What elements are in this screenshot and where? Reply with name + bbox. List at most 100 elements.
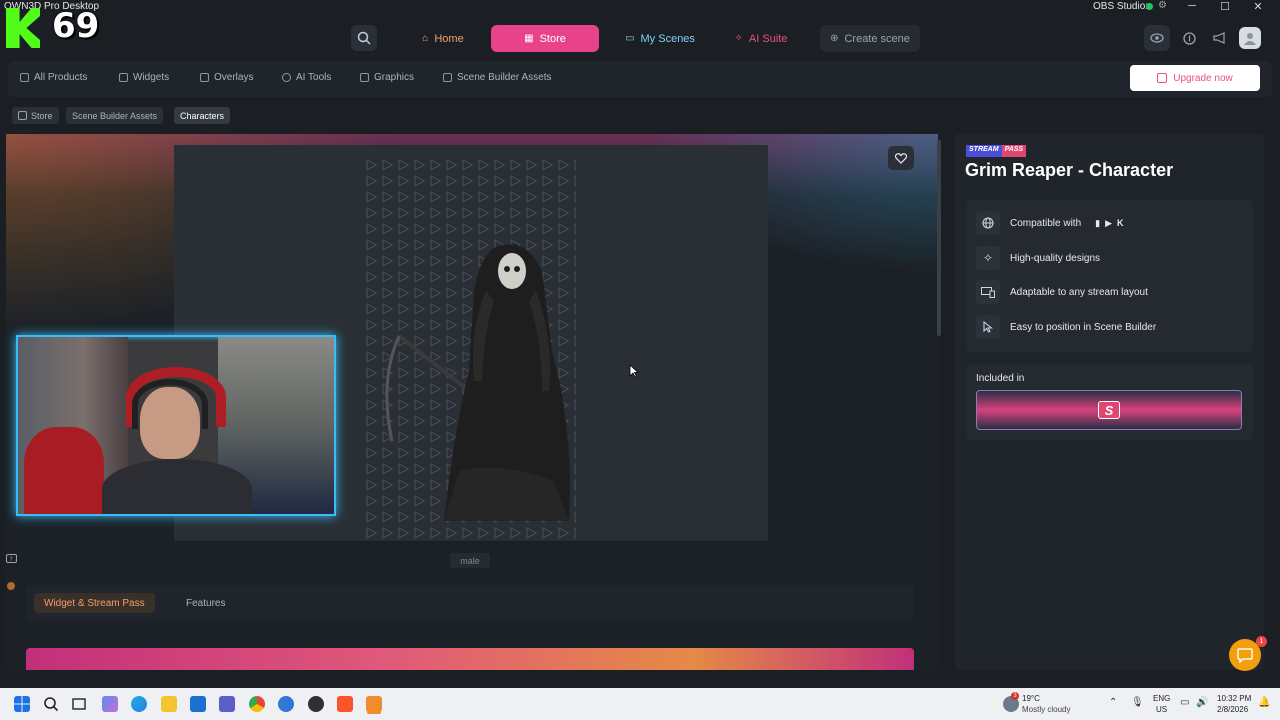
subnav-overlays[interactable]: Overlays	[200, 72, 253, 83]
nav-my-scenes[interactable]: ▭ My Scenes	[606, 25, 714, 52]
included-in-label: Included in	[976, 373, 1025, 384]
windows-start-icon[interactable]	[14, 696, 30, 712]
store-icon	[18, 111, 27, 120]
stream-pass-logo-b: PASS	[1001, 145, 1027, 157]
tray-chevron-icon[interactable]: ⌃	[1109, 697, 1117, 708]
preview-scrollbar[interactable]	[937, 140, 941, 336]
announcements-button[interactable]	[1207, 25, 1233, 51]
avatar[interactable]	[1239, 27, 1261, 49]
help-icon[interactable]: ?	[4, 552, 18, 566]
minimize-icon[interactable]: ─	[1185, 0, 1199, 12]
currency-button[interactable]	[1176, 25, 1202, 51]
feature-compatible: Compatible with ▮ ▶ K	[976, 211, 1124, 235]
feature-label: High-quality designs	[1010, 252, 1101, 264]
folder-icon: ▭	[625, 33, 635, 44]
clock-time[interactable]: 10:32 PM	[1217, 694, 1251, 703]
upgrade-label: Upgrade now	[1173, 72, 1233, 84]
breadcrumb-label: Characters	[180, 110, 225, 121]
obs-app-icon[interactable]	[308, 696, 324, 712]
stream-pass-banner[interactable]: S	[976, 390, 1242, 430]
clock-date[interactable]: 2/8/2026	[1217, 705, 1248, 714]
twitch-icon: ▮	[1095, 217, 1101, 228]
visibility-toggle-button[interactable]	[1144, 25, 1170, 51]
notifications-icon[interactable]: 🔔	[1258, 697, 1270, 708]
eye-icon	[1150, 33, 1164, 43]
window-titlebar	[0, 0, 1280, 14]
youtube-icon: ▶	[1105, 217, 1113, 228]
taskbar-search-icon[interactable]	[43, 696, 59, 712]
teams-icon[interactable]	[219, 696, 235, 712]
subnav-scene-builder-assets[interactable]: Scene Builder Assets	[443, 72, 552, 83]
task-view-icon[interactable]	[71, 696, 87, 712]
edge-browser-icon[interactable]	[131, 696, 147, 712]
sparkle-icon: ✧	[734, 33, 743, 44]
subnav-ai-tools[interactable]: AI Tools	[282, 72, 331, 83]
coin-icon	[1182, 31, 1196, 45]
obs-connected-indicator	[1146, 3, 1153, 10]
create-scene-button[interactable]: ⊕ Create scene	[820, 25, 920, 52]
nav-home[interactable]: ⌂ Home	[402, 25, 484, 52]
webcam-overlay	[16, 335, 336, 516]
globe-icon	[976, 211, 1000, 235]
breadcrumb-scene-builder-assets[interactable]: Scene Builder Assets	[66, 107, 164, 124]
input-language[interactable]: ENG	[1153, 694, 1170, 703]
app-icon-blue[interactable]	[278, 696, 294, 712]
microphone-icon[interactable]: 🎙	[1131, 697, 1144, 708]
grid-icon: ▦	[524, 33, 534, 44]
brave-icon[interactable]	[337, 696, 353, 712]
network-icon[interactable]: ▭	[1180, 697, 1189, 708]
feature-adaptable: Adaptable to any stream layout	[976, 280, 1148, 304]
chat-unread-badge: 1	[1256, 636, 1267, 647]
overlay-icon	[200, 73, 209, 82]
nav-ai-suite[interactable]: ✧ AI Suite	[720, 25, 802, 52]
megaphone-icon	[1213, 32, 1225, 44]
subnav-graphics[interactable]: Graphics	[360, 72, 414, 83]
obs-settings-icon[interactable]: ⚙	[1158, 0, 1167, 11]
gender-tag: male	[450, 553, 490, 568]
file-explorer-icon[interactable]	[161, 696, 177, 712]
cursor-icon	[976, 315, 1000, 339]
webcam-red-object	[24, 427, 104, 514]
streamer-icon[interactable]	[4, 579, 18, 593]
subnav-label: Overlays	[214, 72, 254, 83]
promo-banner	[26, 648, 914, 670]
widget-icon	[119, 73, 128, 82]
upgrade-button[interactable]: Upgrade now	[1130, 65, 1260, 91]
feature-label: Easy to position in Scene Builder	[1010, 321, 1157, 333]
tab-widget-stream-pass[interactable]: Widget & Stream Pass	[34, 593, 155, 613]
weather-temp: 19°C	[1022, 694, 1040, 703]
feature-label: Adaptable to any stream layout	[1010, 286, 1148, 298]
grid-icon	[20, 73, 29, 82]
plus-circle-icon: ⊕	[830, 33, 839, 44]
top-navigation: ⌂ Home ▦ Store ▭ My Scenes ✧ AI Suite ⊕ …	[0, 25, 1280, 53]
grim-reaper-image	[385, 244, 570, 521]
devices-icon	[976, 280, 1000, 304]
nav-store[interactable]: ▦ Store	[491, 25, 599, 52]
subnav-all-products[interactable]: All Products	[20, 72, 87, 83]
tab-features[interactable]: Features	[176, 593, 235, 613]
favorite-button[interactable]	[888, 146, 914, 170]
subnav-label: Widgets	[133, 72, 170, 83]
close-icon[interactable]: ✕	[1251, 0, 1265, 13]
own3d-app-icon[interactable]	[366, 696, 382, 712]
feature-label: Compatible with	[1010, 217, 1082, 229]
product-tabs: Widget & Stream Pass Features	[26, 585, 914, 621]
image-icon	[360, 73, 369, 82]
kick-icon: K	[1117, 217, 1124, 228]
nav-my-scenes-label: My Scenes	[640, 32, 695, 45]
feature-easy-position: Easy to position in Scene Builder	[976, 315, 1156, 339]
maximize-icon[interactable]: ☐	[1218, 0, 1232, 13]
subnav-label: All Products	[34, 72, 88, 83]
input-region[interactable]: US	[1156, 705, 1167, 714]
breadcrumb-label: Scene Builder Assets	[72, 110, 158, 121]
copilot-icon[interactable]	[102, 696, 118, 712]
gear-icon	[282, 73, 291, 82]
subnav-widgets[interactable]: Widgets	[119, 72, 169, 83]
store-app-icon[interactable]	[190, 696, 206, 712]
webcam-headset	[132, 379, 208, 429]
search-button[interactable]	[351, 25, 377, 51]
volume-icon[interactable]: 🔊	[1196, 697, 1208, 708]
mouse-cursor-icon	[629, 364, 639, 378]
chrome-icon[interactable]	[249, 696, 265, 712]
breadcrumb-store[interactable]: Store	[12, 107, 59, 124]
